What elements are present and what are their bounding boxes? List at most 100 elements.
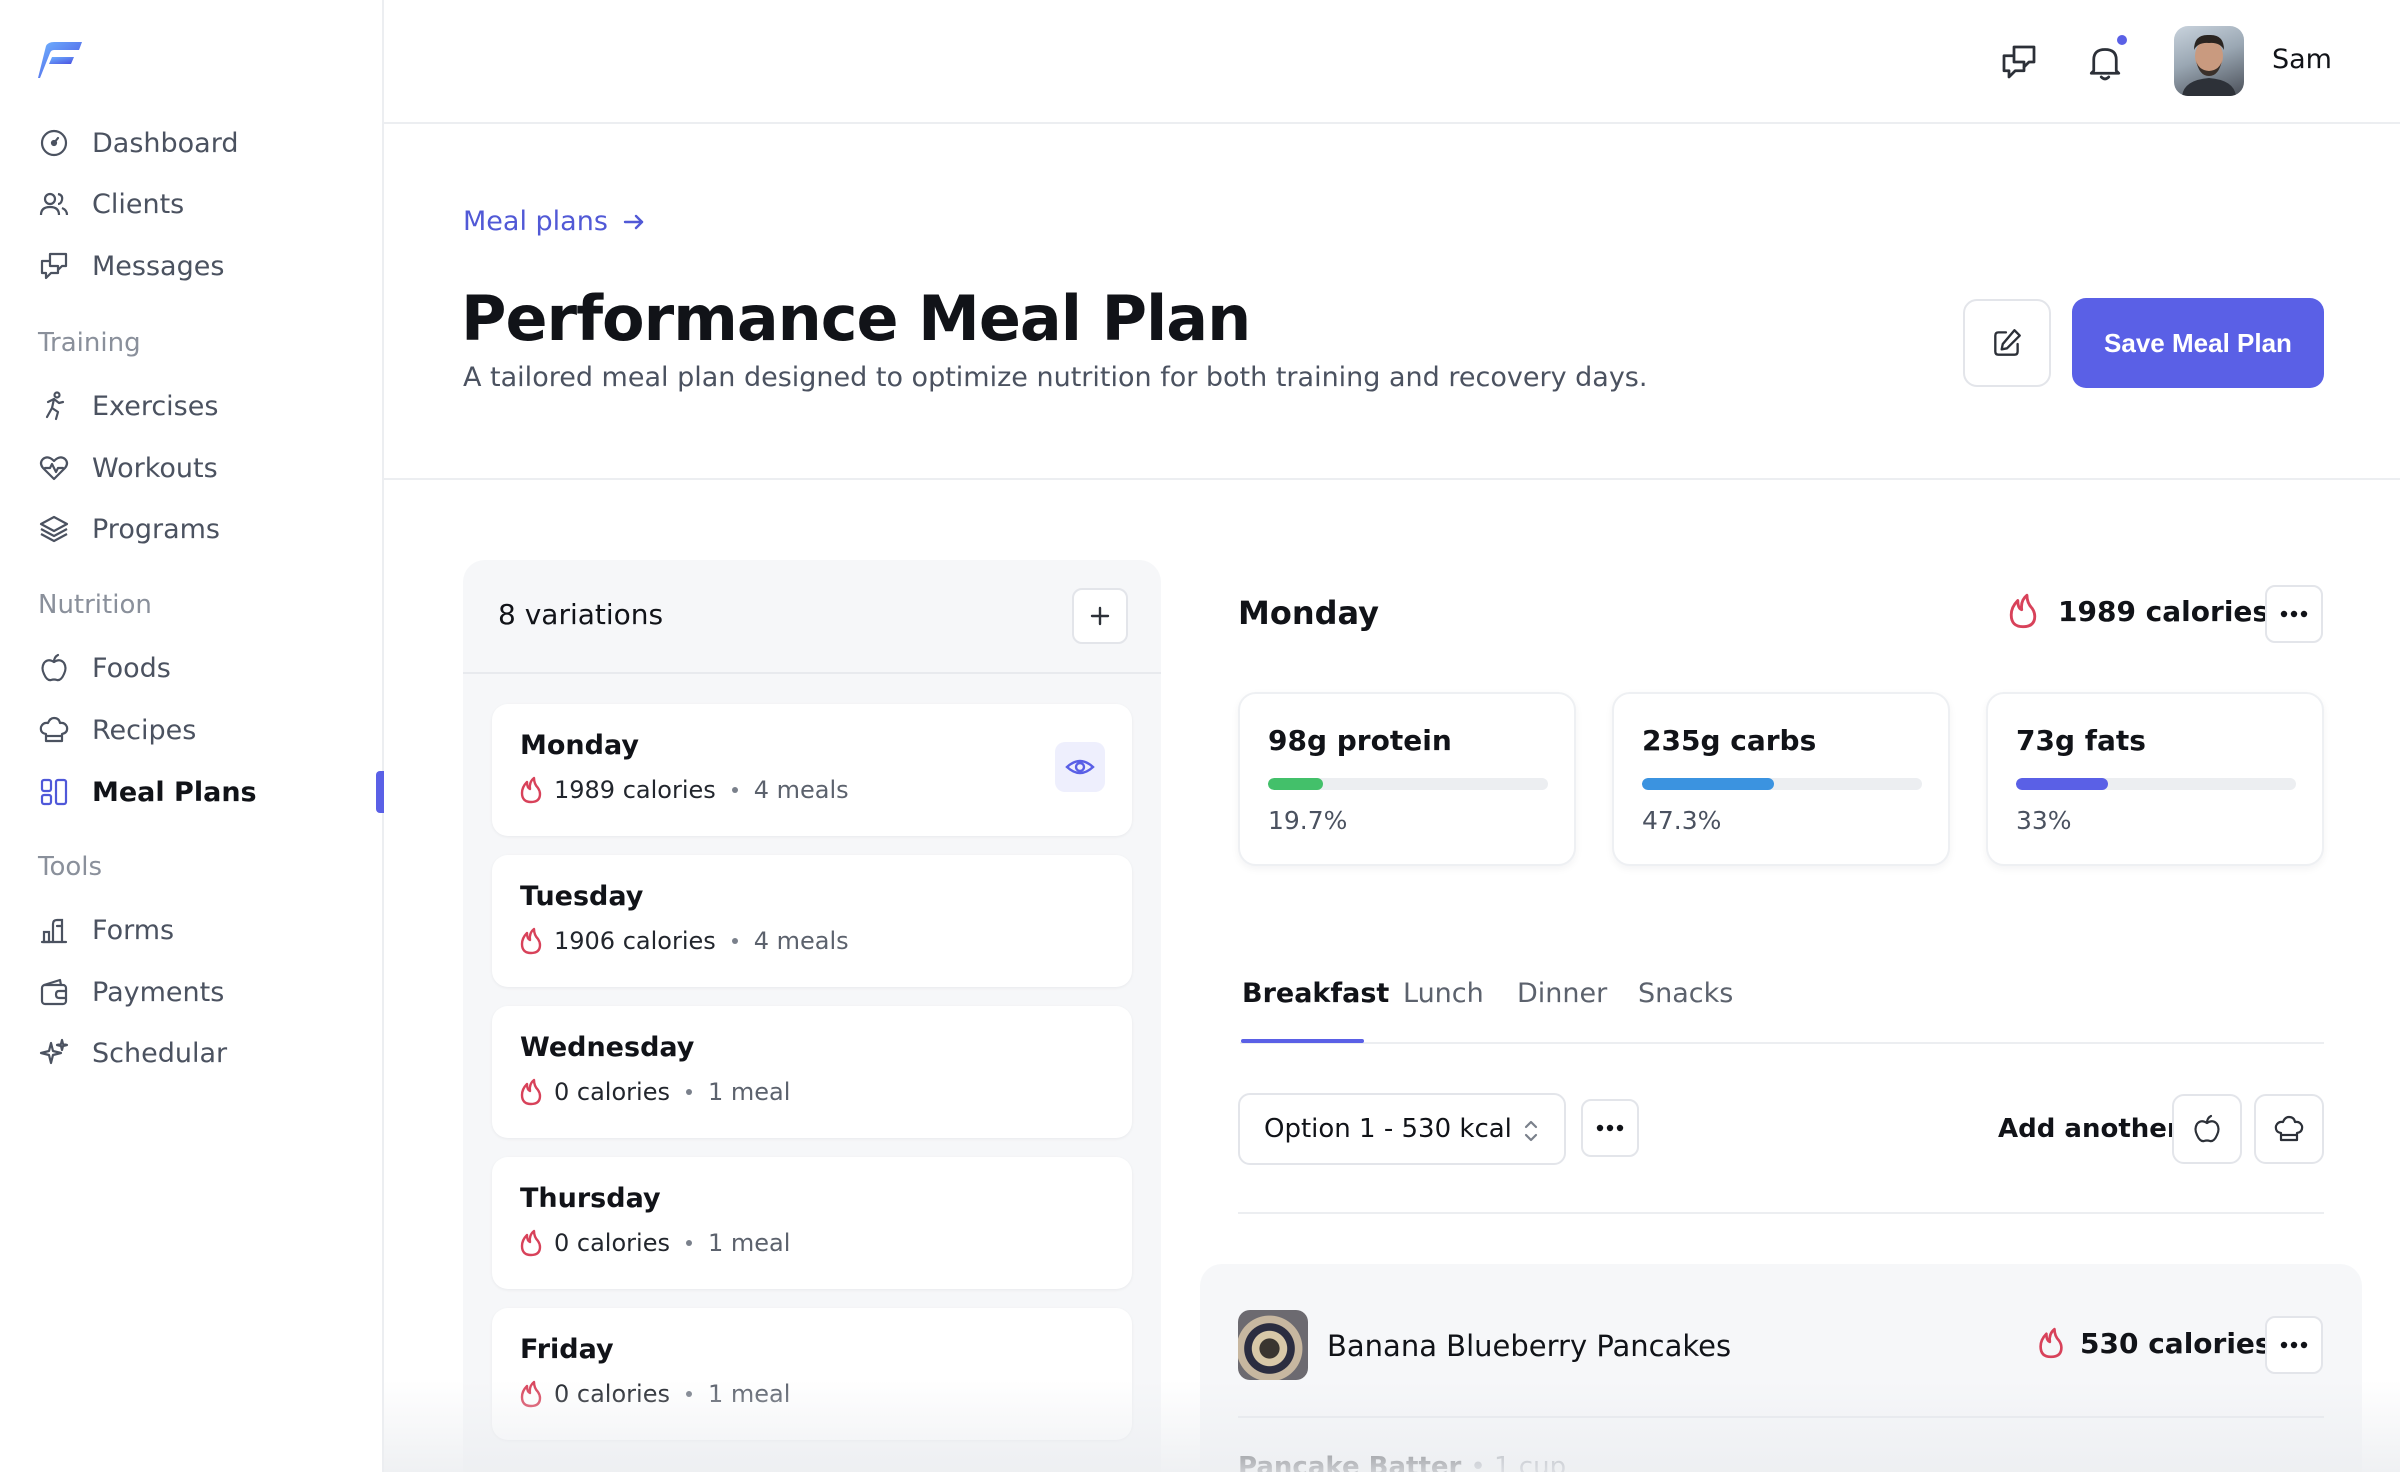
day-meta: 1989 calories 4 meals xyxy=(518,776,849,804)
wallet-icon xyxy=(38,976,70,1008)
macro-progress-track xyxy=(1642,778,1922,790)
tab-breakfast[interactable]: Breakfast xyxy=(1242,978,1389,1009)
flame-icon xyxy=(518,776,544,804)
active-tab-indicator xyxy=(1241,1039,1364,1043)
sidebar-item-messages[interactable]: Messages xyxy=(38,244,378,288)
option-more-button[interactable] xyxy=(1581,1099,1639,1157)
tab-snacks[interactable]: Snacks xyxy=(1638,978,1733,1009)
separator-dot xyxy=(685,1391,692,1397)
breadcrumb[interactable]: Meal plans xyxy=(463,206,648,237)
section-label-nutrition: Nutrition xyxy=(38,590,152,620)
avatar[interactable] xyxy=(2174,26,2244,96)
flame-icon xyxy=(2036,1326,2066,1360)
macro-progress-track xyxy=(1268,778,1548,790)
day-name: Thursday xyxy=(520,1183,661,1214)
flame-icon xyxy=(518,1229,544,1257)
section-label-training: Training xyxy=(38,328,141,358)
sidebar-item-exercises[interactable]: Exercises xyxy=(38,384,378,428)
page-description: A tailored meal plan designed to optimiz… xyxy=(463,362,1648,393)
edit-button[interactable] xyxy=(1963,299,2051,387)
sidebar-item-clients[interactable]: Clients xyxy=(38,182,378,226)
sidebar-item-label: Foods xyxy=(92,652,171,684)
macro-label: 235g carbs xyxy=(1642,724,1817,757)
sidebar-item-foods[interactable]: Foods xyxy=(38,646,378,690)
total-calories-value: 1989 calories xyxy=(2058,594,2270,628)
add-food-button[interactable] xyxy=(2172,1094,2242,1164)
macro-progress-fill xyxy=(1268,778,1324,790)
active-indicator xyxy=(376,771,384,813)
messages-icon xyxy=(38,250,70,282)
more-horizontal-icon xyxy=(2280,610,2308,618)
day-name: Friday xyxy=(520,1334,614,1365)
macro-percent: 19.7% xyxy=(1268,806,1348,835)
chef-hat-icon xyxy=(38,714,70,746)
columns-icon xyxy=(38,776,70,808)
day-calories: 0 calories xyxy=(554,1229,670,1257)
meal-more-button[interactable] xyxy=(2265,1316,2323,1374)
sidebar-item-schedular[interactable]: Schedular xyxy=(38,1031,378,1075)
sidebar-item-workouts[interactable]: Workouts xyxy=(38,446,378,490)
day-card-tuesday[interactable]: Tuesday 1906 calories 4 meals xyxy=(492,855,1132,987)
day-calories: 1906 calories xyxy=(554,927,716,955)
breadcrumb-link[interactable]: Meal plans xyxy=(463,206,608,237)
view-button[interactable] xyxy=(1055,742,1105,792)
option-select-value: Option 1 - 530 kcal xyxy=(1264,1114,1512,1144)
save-meal-plan-button[interactable]: Save Meal Plan xyxy=(2072,298,2324,388)
meal-calories-value: 530 calories xyxy=(2080,1326,2272,1360)
day-meals: 1 meal xyxy=(707,1078,791,1106)
day-name: Monday xyxy=(520,730,639,761)
divider xyxy=(1238,1212,2324,1214)
tab-dinner[interactable]: Dinner xyxy=(1517,978,1607,1009)
day-more-button[interactable] xyxy=(2265,585,2323,643)
flame-icon xyxy=(518,1380,544,1408)
sidebar-item-label: Exercises xyxy=(92,390,219,422)
messages-icon[interactable] xyxy=(1999,42,2039,82)
sidebar-item-meal-plans[interactable]: Meal Plans xyxy=(38,770,378,814)
tab-lunch[interactable]: Lunch xyxy=(1403,978,1484,1009)
day-meta: 0 calories 1 meal xyxy=(518,1078,790,1106)
notification-badge xyxy=(2114,32,2130,48)
ingredient-row[interactable]: Pancake Batter • 1 cup xyxy=(1238,1452,1566,1472)
meal-calories: 530 calories xyxy=(2036,1326,2272,1360)
forms-icon xyxy=(38,914,70,946)
edit-icon xyxy=(1990,326,2024,360)
day-card-thursday[interactable]: Thursday 0 calories 1 meal xyxy=(492,1157,1132,1289)
bell-icon[interactable] xyxy=(2085,42,2125,82)
sidebar-item-dashboard[interactable]: Dashboard xyxy=(38,121,378,165)
sidebar-item-label: Payments xyxy=(92,976,225,1008)
more-horizontal-icon xyxy=(1596,1124,1624,1132)
add-recipe-button[interactable] xyxy=(2254,1094,2324,1164)
sidebar-item-label: Schedular xyxy=(92,1037,228,1069)
more-horizontal-icon xyxy=(2280,1341,2308,1349)
app-logo[interactable] xyxy=(38,40,84,80)
separator-dot xyxy=(685,1240,692,1246)
macro-percent: 47.3% xyxy=(1642,806,1722,835)
apple-icon xyxy=(38,652,70,684)
day-calories: 1989 calories xyxy=(554,776,716,804)
exercise-icon xyxy=(38,390,70,422)
option-select[interactable]: Option 1 - 530 kcal xyxy=(1238,1093,1566,1165)
layers-icon xyxy=(38,513,70,545)
apple-icon xyxy=(2191,1113,2223,1145)
sidebar-item-recipes[interactable]: Recipes xyxy=(38,708,378,752)
variations-count: 8 variations xyxy=(498,598,664,631)
sidebar-item-payments[interactable]: Payments xyxy=(38,970,378,1014)
ingredient-quantity: 1 cup xyxy=(1494,1452,1567,1472)
add-variation-button[interactable] xyxy=(1072,588,1128,644)
user-name[interactable]: Sam xyxy=(2272,44,2332,75)
day-card-friday[interactable]: Friday 0 calories 1 meal xyxy=(492,1308,1132,1440)
day-meals: 1 meal xyxy=(707,1380,791,1408)
day-card-monday[interactable]: Monday 1989 calories 4 meals xyxy=(492,704,1132,836)
meal-name[interactable]: Banana Blueberry Pancakes xyxy=(1327,1329,1731,1363)
divider xyxy=(384,478,2400,480)
sidebar-item-programs[interactable]: Programs xyxy=(38,507,378,551)
separator-dot xyxy=(731,787,738,793)
macro-card-carbs: 235g carbs 47.3% xyxy=(1612,692,1950,866)
sidebar-item-label: Messages xyxy=(92,250,225,282)
macro-progress-fill xyxy=(2016,778,2109,790)
add-another-label: Add another xyxy=(1998,1114,2180,1144)
macro-label: 73g fats xyxy=(2016,724,2146,757)
ingredient-name: Pancake Batter xyxy=(1238,1452,1462,1472)
sidebar-item-forms[interactable]: Forms xyxy=(38,908,378,952)
day-card-wednesday[interactable]: Wednesday 0 calories 1 meal xyxy=(492,1006,1132,1138)
